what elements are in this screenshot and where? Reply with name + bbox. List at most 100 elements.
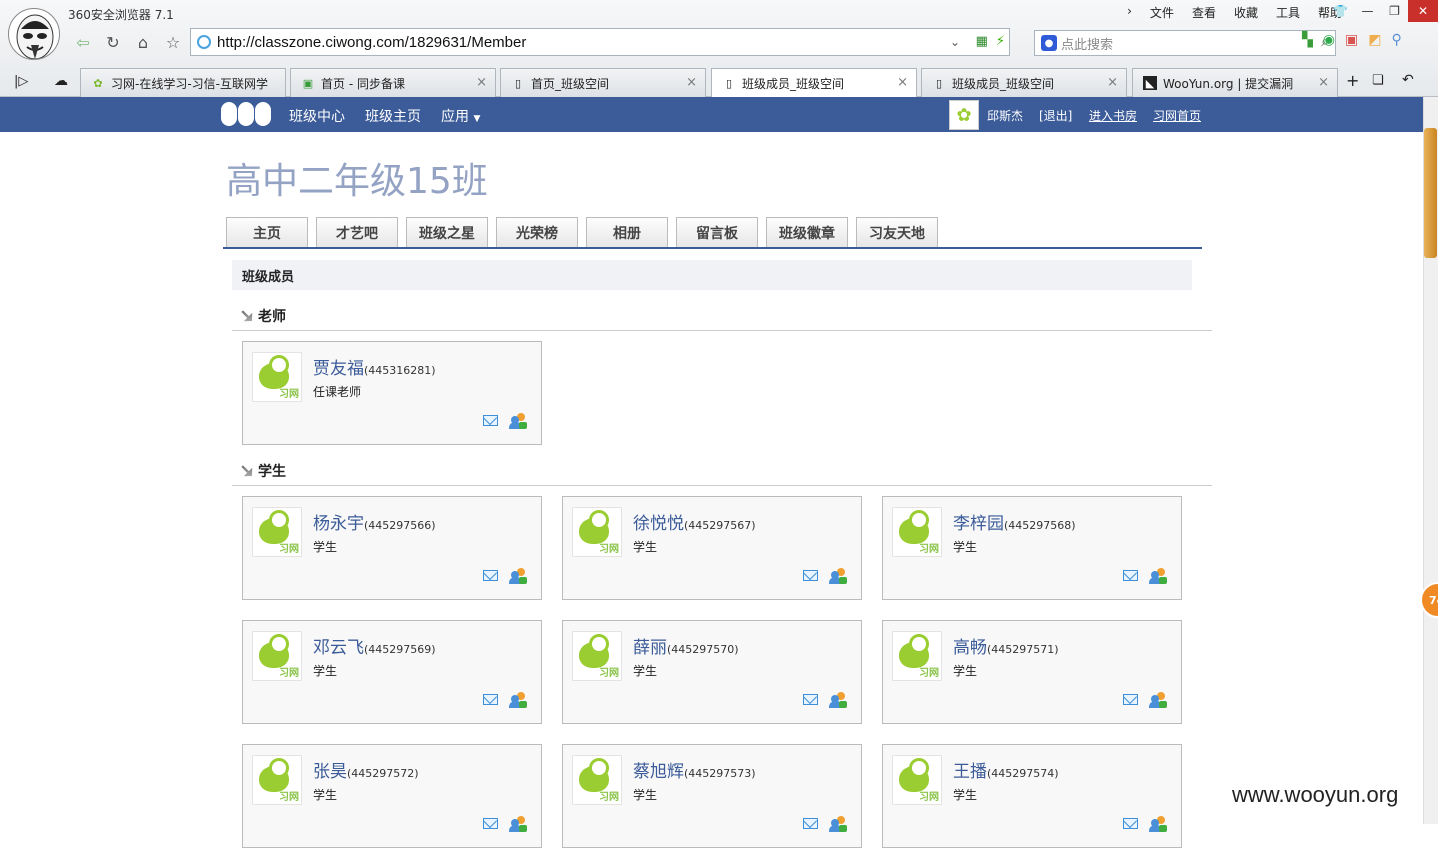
member-name[interactable]: 徐悦悦	[633, 514, 684, 534]
mail-icon[interactable]	[1123, 570, 1138, 581]
member-avatar[interactable]: 习网	[572, 631, 622, 681]
user-avatar[interactable]: ✿	[949, 100, 979, 130]
apps-icon[interactable]: ▚	[1302, 32, 1313, 48]
search-placeholder[interactable]: 点此搜索	[1061, 34, 1113, 53]
minimize-icon[interactable]: —	[1354, 0, 1381, 22]
tab-class-badge[interactable]: 班级徽章	[766, 217, 848, 248]
mail-icon[interactable]	[803, 570, 818, 581]
member-avatar[interactable]: 习网	[892, 755, 942, 805]
shield-icon[interactable]: ◉	[1323, 32, 1335, 48]
favorite-star-icon[interactable]: ☆	[160, 29, 186, 55]
add-friend-icon[interactable]	[509, 816, 527, 832]
site-logo-icon[interactable]	[221, 102, 271, 126]
member-avatar[interactable]: 习网	[252, 631, 302, 681]
tab-6[interactable]: ◣ WooYun.org | 提交漏洞 ×	[1132, 68, 1338, 97]
add-friend-icon[interactable]	[509, 413, 527, 429]
tab-honor-roll[interactable]: 光荣榜	[496, 217, 578, 248]
menu-tools[interactable]: 工具	[1276, 4, 1300, 21]
add-friend-icon[interactable]	[1149, 816, 1167, 832]
menu-favorites[interactable]: 收藏	[1234, 4, 1258, 21]
member-avatar[interactable]: 习网	[252, 352, 302, 402]
member-avatar[interactable]: 习网	[252, 755, 302, 805]
member-name[interactable]: 邓云飞	[313, 638, 364, 658]
nav-class-home[interactable]: 班级主页	[365, 106, 421, 126]
tab-2[interactable]: ▣ 首页 - 同步备课 ×	[290, 68, 496, 97]
search-box[interactable]: ● 点此搜索 ⌕	[1034, 30, 1336, 56]
mail-icon[interactable]	[483, 570, 498, 581]
tab-talent[interactable]: 才艺吧	[316, 217, 398, 248]
member-card: 习网 杨永宇(445297566) 学生	[242, 496, 542, 600]
member-name[interactable]: 高畅	[953, 638, 987, 658]
member-avatar[interactable]: 习网	[572, 755, 622, 805]
member-avatar[interactable]: 习网	[572, 507, 622, 557]
url-text[interactable]: http://classzone.ciwong.com/1829631/Memb…	[217, 34, 526, 51]
skin-icon[interactable]: 👕	[1327, 0, 1354, 22]
tab-3[interactable]: ▯ 首页_班级空间 ×	[500, 68, 706, 97]
tab-5[interactable]: ▯ 班级成员_班级空间 ×	[921, 68, 1127, 97]
member-name[interactable]: 薛丽	[633, 638, 667, 658]
study-room-link[interactable]: 进入书房	[1089, 107, 1137, 124]
new-tab-icon[interactable]: +	[1346, 71, 1359, 90]
tab-close-icon[interactable]: ×	[476, 75, 487, 90]
address-bar[interactable]: http://classzone.ciwong.com/1829631/Memb…	[190, 28, 1010, 56]
speed-mode-icon[interactable]: ⚡	[996, 34, 1005, 49]
nav-class-center[interactable]: 班级中心	[289, 106, 345, 126]
logout-link[interactable]: [退出]	[1039, 107, 1072, 124]
menu-expand-icon[interactable]: ›	[1127, 4, 1132, 21]
address-dropdown-icon[interactable]: ⌄	[942, 29, 968, 55]
zoom-icon[interactable]: ⚲	[1391, 32, 1401, 48]
member-name[interactable]: 杨永宇	[313, 514, 364, 534]
scrollbar-thumb[interactable]	[1424, 128, 1437, 258]
back-button[interactable]: ⇦	[70, 29, 96, 55]
mail-icon[interactable]	[1123, 694, 1138, 705]
add-friend-icon[interactable]	[1149, 692, 1167, 708]
tab-album[interactable]: 相册	[586, 217, 668, 248]
tab-close-icon[interactable]: ×	[686, 75, 697, 90]
menu-view[interactable]: 查看	[1192, 4, 1216, 21]
member-name[interactable]: 蔡旭辉	[633, 762, 684, 782]
tab-list-icon[interactable]: ❏	[1372, 73, 1384, 88]
add-friend-icon[interactable]	[829, 692, 847, 708]
screenshot-icon[interactable]: ◩	[1368, 32, 1381, 48]
undo-close-icon[interactable]: ↶	[1402, 72, 1414, 88]
tab-message-board[interactable]: 留言板	[676, 217, 758, 248]
member-avatar[interactable]: 习网	[892, 631, 942, 681]
member-role: 学生	[953, 540, 978, 554]
tab-friends[interactable]: 习友天地	[856, 217, 938, 248]
member-id: (445297569)	[364, 643, 436, 656]
refresh-button[interactable]: ↻	[100, 29, 126, 55]
home-button[interactable]: ⌂	[130, 29, 156, 55]
tab-home[interactable]: 主页	[226, 217, 308, 248]
tab-class-star[interactable]: 班级之星	[406, 217, 488, 248]
tab-close-icon[interactable]: ×	[897, 75, 908, 90]
maximize-icon[interactable]: ❐	[1381, 0, 1408, 22]
menu-file[interactable]: 文件	[1150, 4, 1174, 21]
member-name[interactable]: 贾友福	[313, 359, 364, 379]
member-name[interactable]: 李梓园	[953, 514, 1004, 534]
ad-block-icon[interactable]: ▣	[1345, 32, 1358, 48]
tab-close-icon[interactable]: ×	[1318, 75, 1329, 90]
mail-icon[interactable]	[483, 694, 498, 705]
qr-code-icon[interactable]: ▦	[976, 34, 988, 49]
add-friend-icon[interactable]	[1149, 568, 1167, 584]
user-name[interactable]: 邱斯杰	[987, 107, 1023, 124]
mail-icon[interactable]	[803, 694, 818, 705]
cloud-icon[interactable]: ☁	[54, 73, 68, 89]
tab-close-icon[interactable]: ×	[1107, 75, 1118, 90]
tab-4-active[interactable]: ▯ 班级成员_班级空间 ×	[711, 68, 917, 98]
member-avatar[interactable]: 习网	[892, 507, 942, 557]
add-friend-icon[interactable]	[509, 568, 527, 584]
sidebar-toggle-icon[interactable]: |▷	[14, 74, 28, 89]
close-window-icon[interactable]: ✕	[1408, 0, 1438, 22]
tab-1[interactable]: ✿ 习网-在线学习-习信-互联网学	[80, 68, 286, 97]
member-name[interactable]: 王播	[953, 762, 987, 782]
add-friend-icon[interactable]	[829, 816, 847, 832]
add-friend-icon[interactable]	[509, 692, 527, 708]
member-name[interactable]: 张昊	[313, 762, 347, 782]
nav-apps[interactable]: 应用 ▼	[441, 106, 480, 126]
baidu-paw-icon[interactable]: ●	[1041, 35, 1057, 51]
member-avatar[interactable]: 习网	[252, 507, 302, 557]
xiwang-home-link[interactable]: 习网首页	[1153, 107, 1201, 124]
mail-icon[interactable]	[483, 415, 498, 426]
add-friend-icon[interactable]	[829, 568, 847, 584]
